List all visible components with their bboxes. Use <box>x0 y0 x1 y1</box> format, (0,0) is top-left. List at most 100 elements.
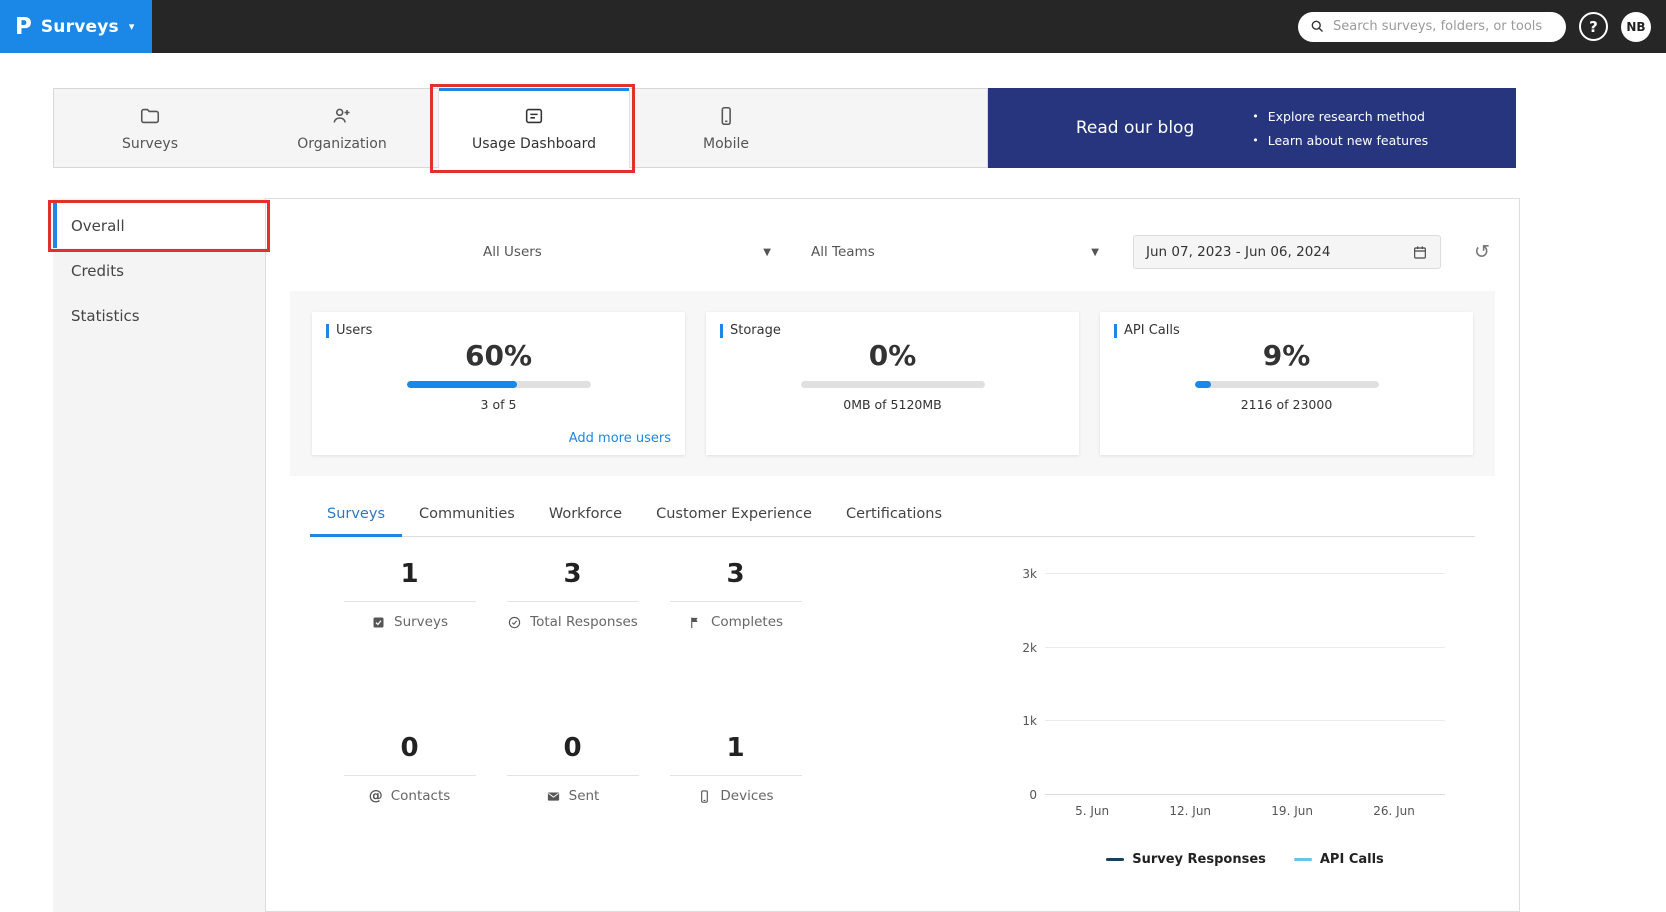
tab-label: Organization <box>297 135 387 152</box>
date-range-picker[interactable]: Jun 07, 2023 - Jun 06, 2024 <box>1133 235 1441 269</box>
legend-label: Survey Responses <box>1132 852 1266 867</box>
users-detail: 3 of 5 <box>480 397 517 412</box>
dashboard-icon <box>523 105 545 127</box>
api-calls-progress-bar <box>1194 381 1379 388</box>
tab-label: Mobile <box>703 135 749 152</box>
metric-value: 1 <box>343 559 476 602</box>
product-switcher[interactable]: P Surveys ▾ <box>0 0 152 53</box>
sidebar-item-credits[interactable]: Credits <box>53 248 265 293</box>
card-title: Storage <box>730 323 781 338</box>
module-tab-row: Surveys Organization Usage Dashboard Mob… <box>53 88 1516 168</box>
card-accent-bar <box>1114 323 1117 338</box>
card-title-row: Storage <box>720 323 1065 338</box>
gridline: 3k <box>1022 567 1445 581</box>
legend-label: API Calls <box>1319 852 1384 867</box>
folder-icon <box>139 105 161 127</box>
storage-progress-bar <box>800 381 985 388</box>
blog-banner-bullets: • Explore research method • Learn about … <box>1252 109 1428 148</box>
chart-legend: Survey Responses API Calls <box>1045 852 1445 867</box>
usage-chart: 3k 2k 1k 0 5. Jun 12. Jun 19. Jun 26. Ju… <box>1005 559 1475 867</box>
tab-surveys[interactable]: Surveys <box>54 89 246 167</box>
module-tabs: Surveys Organization Usage Dashboard Mob… <box>53 88 988 168</box>
metric-devices: 1 Devices <box>654 733 817 867</box>
blog-banner-title[interactable]: Read our blog <box>1076 118 1194 138</box>
usage-tab-surveys[interactable]: Surveys <box>310 502 402 537</box>
tab-label: Surveys <box>122 135 178 152</box>
blog-banner[interactable]: Read our blog • Explore research method … <box>988 88 1516 168</box>
legend-swatch <box>1106 858 1125 861</box>
y-tick: 0 <box>1029 788 1037 802</box>
add-more-users-link[interactable]: Add more users <box>569 431 671 446</box>
chart-x-axis: 5. Jun 12. Jun 19. Jun 26. Jun <box>1045 804 1445 818</box>
metric-label: Completes <box>710 614 784 630</box>
storage-percent: 0% <box>868 339 917 372</box>
metric-sent: 0 Sent <box>491 733 654 867</box>
blog-bullet: • Explore research method <box>1252 109 1428 124</box>
bullet-icon: • <box>1252 109 1259 123</box>
flag-icon <box>688 615 703 630</box>
sidebar-item-statistics[interactable]: Statistics <box>53 293 265 338</box>
x-tick: 26. Jun <box>1373 804 1415 818</box>
topbar: P Surveys ▾ ? NB <box>0 0 1666 53</box>
legend-api-calls[interactable]: API Calls <box>1293 852 1384 867</box>
x-tick: 12. Jun <box>1169 804 1212 818</box>
stat-card-panel: Users 60% 3 of 5 Add more users Storage <box>290 291 1495 476</box>
legend-survey-responses[interactable]: Survey Responses <box>1106 852 1266 867</box>
api-calls-stat-card: API Calls 9% 2116 of 23000 <box>1100 312 1473 455</box>
usage-tab-workforce[interactable]: Workforce <box>532 502 639 537</box>
chart-plot-area: 3k 2k 1k 0 <box>1022 567 1445 802</box>
tab-usage-dashboard[interactable]: Usage Dashboard <box>438 88 630 168</box>
teams-filter-value: All Teams <box>811 244 875 260</box>
x-tick: 5. Jun <box>1075 804 1110 818</box>
storage-stat-card: Storage 0% 0MB of 5120MB <box>706 312 1079 455</box>
people-icon <box>331 105 353 127</box>
tab-organization[interactable]: Organization <box>246 89 438 167</box>
card-title-row: Users <box>326 323 671 338</box>
chevron-down-icon: ▾ <box>128 20 135 33</box>
search-input[interactable] <box>1333 19 1554 34</box>
y-tick: 1k <box>1022 714 1037 729</box>
card-title: API Calls <box>1124 323 1180 338</box>
calendar-icon <box>1414 246 1426 259</box>
users-filter-dropdown[interactable]: All Users ▼ <box>477 236 777 268</box>
x-axis-line: 0 <box>1029 788 1445 802</box>
device-icon <box>697 789 712 804</box>
card-accent-bar <box>720 323 723 338</box>
metric-total-responses: 3 Total Responses <box>491 559 654 693</box>
gridline: 1k <box>1022 714 1445 728</box>
usage-tab-certifications[interactable]: Certifications <box>829 502 959 537</box>
teams-filter-dropdown[interactable]: All Teams ▼ <box>805 236 1105 268</box>
usage-tab-communities[interactable]: Communities <box>402 502 532 537</box>
usage-dashboard-panel: All Users ▼ All Teams ▼ Jun 07, 2023 - J… <box>265 198 1520 912</box>
bullet-icon: • <box>1252 133 1259 147</box>
checkbox-icon <box>371 615 386 630</box>
blog-bullet: • Learn about new features <box>1252 133 1428 148</box>
avatar[interactable]: NB <box>1621 11 1651 42</box>
metric-value: 3 <box>669 559 802 602</box>
date-range-value: Jun 07, 2023 - Jun 06, 2024 <box>1146 244 1331 260</box>
sidebar: Overall Credits Statistics <box>53 198 265 912</box>
legend-swatch <box>1293 858 1312 861</box>
question-mark-icon: ? <box>1589 17 1598 36</box>
check-circle-icon <box>507 615 522 630</box>
x-tick: 19. Jun <box>1271 804 1313 818</box>
help-button[interactable]: ? <box>1579 12 1608 41</box>
metrics-grid: 1 Surveys 3 Total Responses 3 Completes … <box>328 559 817 867</box>
users-filter-value: All Users <box>483 244 542 260</box>
metric-value: 0 <box>343 733 476 776</box>
usage-tab-customer-experience[interactable]: Customer Experience <box>639 502 829 537</box>
api-calls-percent: 9% <box>1262 339 1311 372</box>
at-icon: @ <box>368 788 383 804</box>
global-search[interactable] <box>1298 11 1566 42</box>
metric-value: 3 <box>506 559 639 602</box>
storage-detail: 0MB of 5120MB <box>843 397 942 412</box>
search-icon <box>1311 20 1323 32</box>
chevron-down-icon: ▼ <box>1091 246 1099 258</box>
usage-section: Surveys Communities Workforce Customer E… <box>310 502 1475 867</box>
reset-filters-button[interactable]: ↺ <box>1469 241 1495 263</box>
card-title-row: API Calls <box>1114 323 1459 338</box>
tab-mobile[interactable]: Mobile <box>630 89 822 167</box>
tab-label: Usage Dashboard <box>471 135 597 152</box>
metric-surveys: 1 Surveys <box>328 559 491 693</box>
sidebar-item-overall[interactable]: Overall <box>53 203 265 248</box>
